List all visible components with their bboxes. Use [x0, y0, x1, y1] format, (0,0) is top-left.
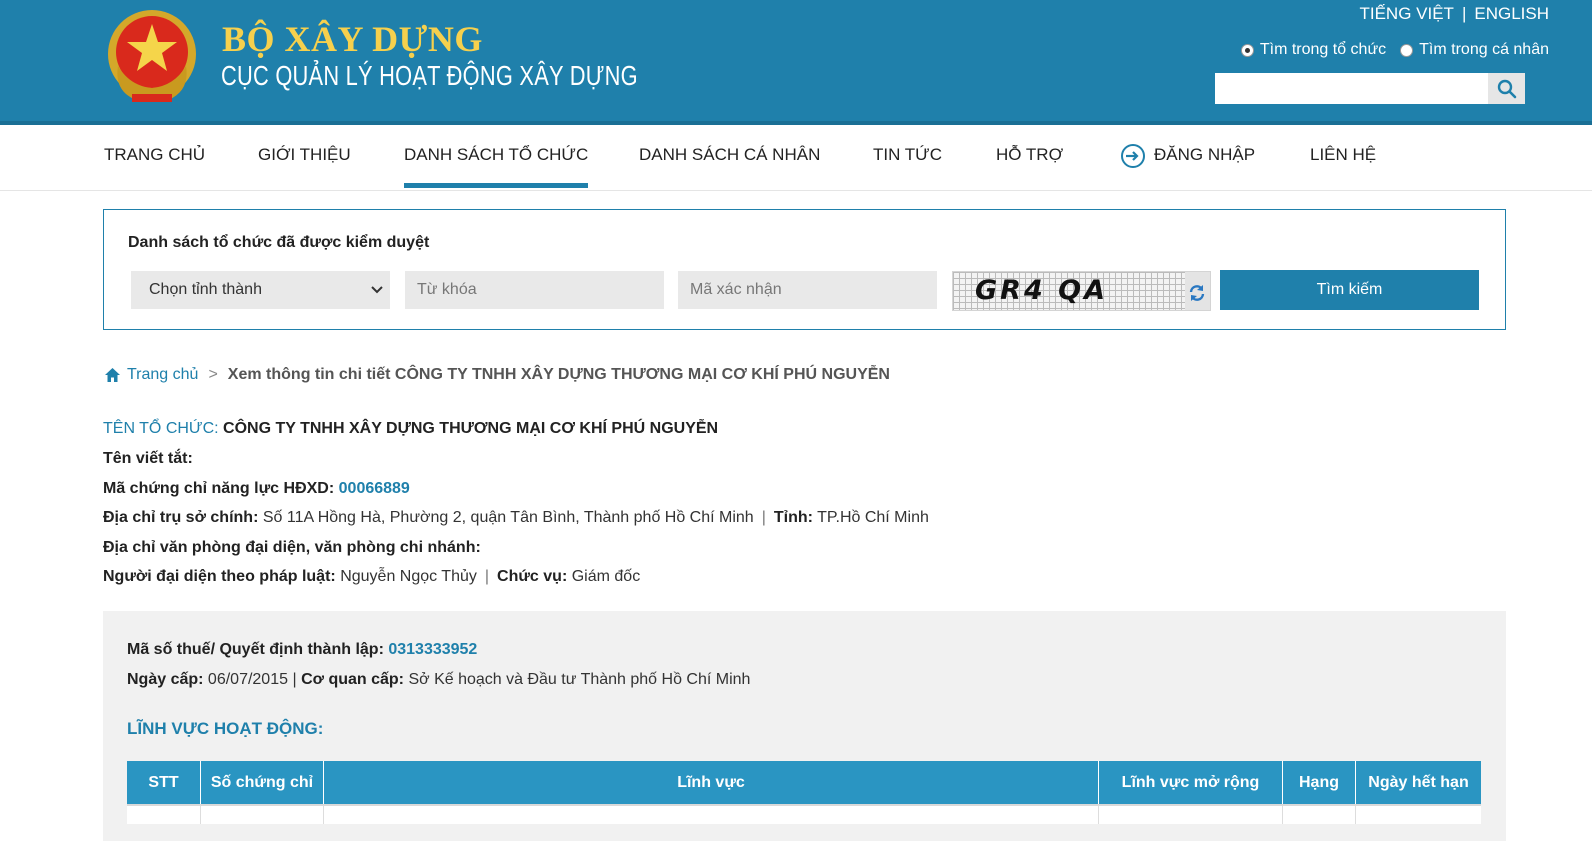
- refresh-icon[interactable]: [1188, 284, 1206, 302]
- nav-support[interactable]: HỖ TRỢ: [996, 125, 1063, 188]
- scope-org-option[interactable]: Tìm trong tổ chức: [1240, 41, 1387, 59]
- rep-label: Người đại diện theo pháp luật:: [103, 568, 336, 585]
- header-search-button[interactable]: [1488, 73, 1525, 104]
- col-cert-number: Số chứng chỉ: [201, 761, 324, 804]
- cert-label: Mã chứng chỉ năng lực HĐXD:: [103, 480, 335, 497]
- address-separator: |: [761, 509, 766, 526]
- scope-org-radio[interactable]: [1240, 43, 1254, 57]
- site-title: BỘ XÂY DỰNG: [222, 19, 483, 59]
- home-icon: [105, 368, 120, 382]
- search-icon: [1497, 79, 1516, 98]
- site-header: BỘ XÂY DỰNG CỤC QUẢN LÝ HOẠT ĐỘNG XÂY DỰ…: [0, 0, 1592, 125]
- address-row: Địa chỉ trụ sở chính: Số 11A Hồng Hà, Ph…: [103, 509, 929, 527]
- nav-contact[interactable]: LIÊN HỆ: [1310, 125, 1376, 188]
- captcha-image: GR4 QA: [953, 272, 1185, 310]
- filter-title: Danh sách tổ chức đã được kiểm duyệt: [128, 234, 430, 251]
- login-icon: [1121, 143, 1145, 168]
- nav-login-label: ĐĂNG NHẬP: [1154, 145, 1256, 164]
- province-select-value: Chọn tỉnh thành: [149, 281, 262, 298]
- nav-home[interactable]: TRANG CHỦ: [104, 125, 205, 188]
- address-label: Địa chỉ trụ sở chính:: [103, 509, 259, 526]
- lang-english-link[interactable]: ENGLISH: [1474, 4, 1549, 23]
- position-value: Giám đốc: [571, 568, 641, 585]
- tax-row: Mã số thuế/ Quyết định thành lập: 031333…: [127, 641, 477, 659]
- scope-org-label: Tìm trong tổ chức: [1259, 41, 1387, 58]
- breadcrumb-home[interactable]: Trang chủ: [104, 366, 198, 384]
- captcha-text: GR4 QA: [975, 275, 1108, 306]
- chevron-down-icon: [371, 286, 383, 294]
- issue-row: Ngày cấp: 06/07/2015 | Cơ quan cấp: Sở K…: [127, 671, 750, 689]
- header-search: [1215, 73, 1525, 104]
- col-field: Lĩnh vực: [324, 761, 1099, 804]
- table-cell: [1099, 806, 1283, 824]
- col-grade: Hạng: [1283, 761, 1356, 804]
- org-name: CÔNG TY TNHH XÂY DỰNG THƯƠNG MẠI CƠ KHÍ …: [223, 420, 719, 437]
- issue-date-label: Ngày cấp:: [127, 671, 204, 688]
- scope-person-label: Tìm trong cá nhân: [1419, 41, 1549, 58]
- cert-number: 00066889: [338, 480, 410, 497]
- cert-row: Mã chứng chỉ năng lực HĐXD: 00066889: [103, 480, 410, 498]
- issuer-value: Sở Kế hoạch và Đầu tư Thành phố Hồ Chí M…: [408, 671, 751, 688]
- keyword-input[interactable]: Từ khóa: [405, 271, 664, 309]
- search-scope: Tìm trong tổ chức Tìm trong cá nhân: [1240, 41, 1549, 59]
- breadcrumb-home-label: Trang chủ: [127, 366, 199, 383]
- issue-date: 06/07/2015: [207, 671, 288, 688]
- breadcrumb-arrow: >: [208, 366, 218, 383]
- rep-value: Nguyễn Ngọc Thủy: [340, 568, 477, 585]
- scope-person-option[interactable]: Tìm trong cá nhân: [1400, 41, 1549, 59]
- details-box: Mã số thuế/ Quyết định thành lập: 031333…: [103, 611, 1506, 841]
- breadcrumb-current: Xem thông tin chi tiết CÔNG TY TNHH XÂY …: [227, 366, 890, 383]
- branch-label: Địa chỉ văn phòng đại diện, văn phòng ch…: [103, 539, 481, 556]
- activity-table: STT Số chứng chỉ Lĩnh vực Lĩnh vực mở rộ…: [127, 761, 1481, 824]
- breadcrumb: Trang chủ > Xem thông tin chi tiết CÔNG …: [104, 366, 890, 384]
- province-select[interactable]: Chọn tỉnh thành: [131, 271, 390, 309]
- nav-about[interactable]: GIỚI THIỆU: [258, 125, 351, 188]
- nav-news[interactable]: TIN TỨC: [873, 125, 942, 188]
- tax-number: 0313333952: [388, 641, 478, 658]
- tax-label: Mã số thuế/ Quyết định thành lập:: [127, 641, 384, 658]
- table-cell: [1283, 806, 1356, 824]
- org-name-row: TÊN TỔ CHỨC: CÔNG TY TNHH XÂY DỰNG THƯƠN…: [103, 420, 718, 438]
- issuer-label: Cơ quan cấp:: [301, 671, 404, 688]
- short-name-label: Tên viết tắt:: [103, 450, 193, 467]
- lang-vietnamese-link[interactable]: TIẾNG VIỆT: [1359, 4, 1453, 23]
- org-name-label: TÊN TỔ CHỨC:: [103, 420, 219, 437]
- issue-separator: |: [292, 671, 297, 688]
- rep-separator: |: [484, 568, 490, 585]
- col-stt: STT: [127, 761, 201, 804]
- col-expiry: Ngày hết hạn: [1368, 773, 1469, 791]
- activity-section-title: LĨNH VỰC HOẠT ĐỘNG:: [127, 719, 324, 738]
- province-label: Tỉnh:: [773, 509, 813, 526]
- branch-row: Địa chỉ văn phòng đại diện, văn phòng ch…: [103, 539, 481, 557]
- scope-person-radio[interactable]: [1400, 43, 1414, 57]
- lang-separator: |: [1461, 4, 1467, 23]
- position-label: Chức vụ:: [497, 568, 568, 585]
- search-button[interactable]: Tìm kiếm: [1220, 270, 1479, 310]
- captcha-input[interactable]: Mã xác nhận: [678, 271, 937, 309]
- header-search-input[interactable]: [1215, 73, 1488, 104]
- site-subtitle: CỤC QUẢN LÝ HOẠT ĐỘNG XÂY DỰNG: [221, 60, 638, 91]
- table-cell: [324, 806, 1099, 824]
- language-switcher: TIẾNG VIỆT | ENGLISH: [1359, 4, 1549, 24]
- table-header: STT Số chứng chỉ Lĩnh vực Lĩnh vực mở rộ…: [127, 761, 1481, 804]
- national-emblem-logo[interactable]: [104, 6, 200, 106]
- table-cell: [1356, 806, 1481, 824]
- filter-panel: Danh sách tổ chức đã được kiểm duyệt Chọ…: [103, 209, 1506, 330]
- main-nav: TRANG CHỦ GIỚI THIỆU DANH SÁCH TỔ CHỨC D…: [0, 125, 1592, 191]
- table-cell: [127, 806, 201, 824]
- nav-login[interactable]: ĐĂNG NHẬP: [1120, 125, 1255, 188]
- address-value: Số 11A Hồng Hà, Phường 2, quận Tân Bình,…: [262, 509, 754, 526]
- nav-org-list[interactable]: DANH SÁCH TỔ CHỨC: [404, 125, 589, 188]
- short-name-row: Tên viết tắt:: [103, 450, 193, 468]
- representative-row: Người đại diện theo pháp luật: Nguyễn Ng…: [103, 568, 640, 586]
- province-value: TP.Hồ Chí Minh: [817, 509, 929, 526]
- table-cell: [201, 806, 324, 824]
- table-row: [127, 804, 1481, 824]
- col-extended-field: Lĩnh vực mở rộng: [1099, 761, 1283, 804]
- captcha-box: GR4 QA: [952, 271, 1211, 311]
- nav-person-list[interactable]: DANH SÁCH CÁ NHÂN: [639, 125, 820, 188]
